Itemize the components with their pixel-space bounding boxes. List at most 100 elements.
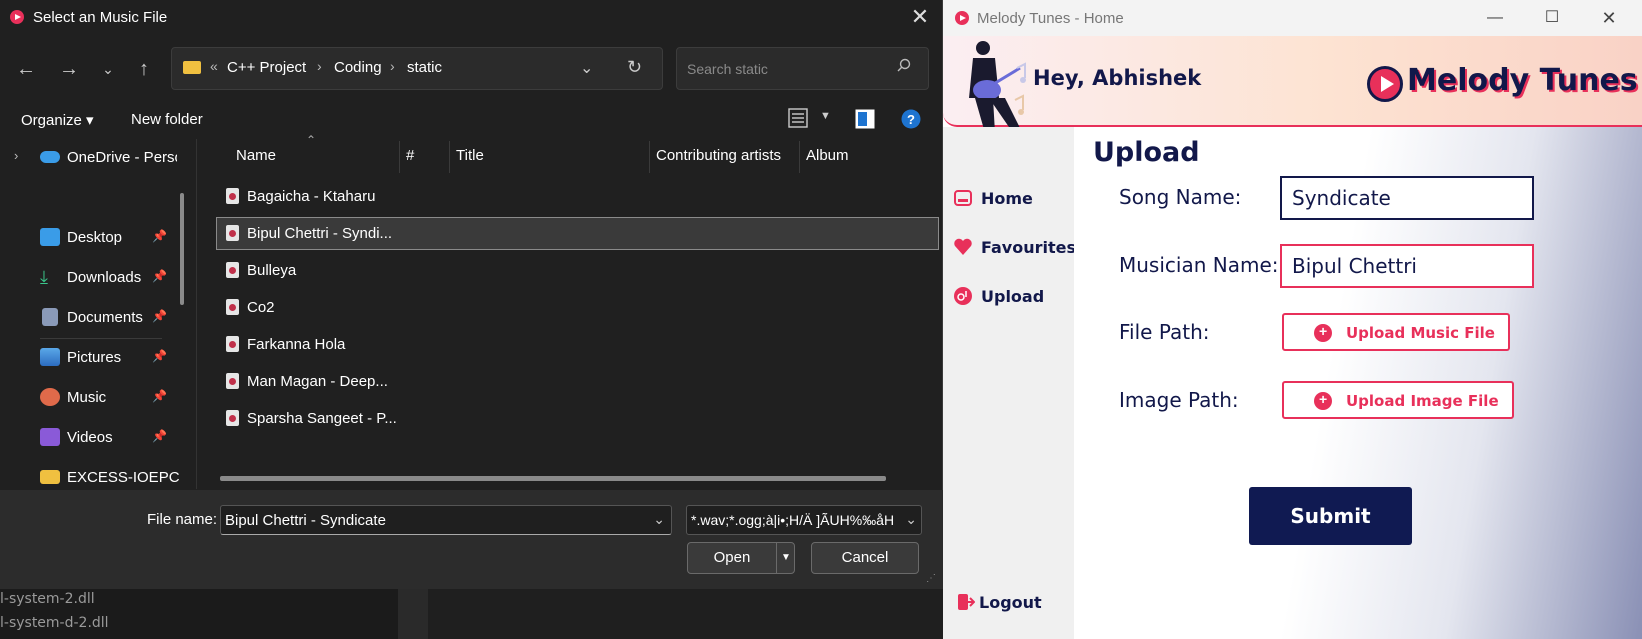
file-row[interactable]: Farkanna Hola bbox=[216, 328, 939, 361]
address-bar[interactable]: « C++ Project › Coding › static ⌄ ↻ bbox=[171, 47, 663, 90]
column-header-number[interactable]: # bbox=[406, 147, 414, 164]
file-row[interactable]: Sparsha Sangeet - P... bbox=[216, 402, 939, 435]
musician-name-input[interactable]: Bipul Chettri bbox=[1280, 244, 1534, 288]
column-header-title[interactable]: Title bbox=[456, 147, 484, 164]
nav-item-home[interactable]: Home bbox=[953, 186, 1071, 212]
file-name-input[interactable]: Bipul Chettri - Syndicate ⌄ bbox=[220, 505, 672, 535]
maximize-icon[interactable]: ☐ bbox=[1540, 6, 1564, 30]
app-logo-icon bbox=[955, 11, 969, 25]
file-row[interactable]: Bulleya bbox=[216, 254, 939, 287]
logout-button[interactable]: Logout bbox=[955, 590, 1073, 616]
column-separator[interactable] bbox=[399, 141, 400, 173]
audio-file-icon bbox=[226, 262, 239, 278]
file-name-value: Bipul Chettri - Syndicate bbox=[225, 512, 386, 529]
videos-icon bbox=[40, 428, 60, 446]
upload-music-label: Upload Music File bbox=[1346, 324, 1495, 342]
sidebar-item-documents[interactable]: Documents 📌 bbox=[40, 304, 180, 334]
navigation-pane: › OneDrive - Perso Desktop 📌 ⤓ Downloads… bbox=[0, 139, 188, 489]
file-type-value: *.wav;*.ogg;à|i•;H/Ä ]ÃUH%‰åH bbox=[691, 512, 895, 528]
song-name-input[interactable]: Syndicate bbox=[1280, 176, 1534, 220]
sidebar-item-music[interactable]: Music 📌 bbox=[40, 384, 180, 414]
audio-file-icon bbox=[226, 373, 239, 389]
downloads-icon: ⤓ bbox=[40, 267, 48, 287]
submit-button[interactable]: Submit bbox=[1249, 487, 1412, 545]
open-button[interactable]: Open ▼ bbox=[687, 542, 795, 574]
column-separator[interactable] bbox=[649, 141, 650, 173]
search-box[interactable]: Search static bbox=[676, 47, 929, 90]
sidebar-item-desktop[interactable]: Desktop 📌 bbox=[40, 224, 180, 254]
column-separator[interactable] bbox=[799, 141, 800, 173]
folder-icon bbox=[183, 61, 201, 74]
pin-icon[interactable]: 📌 bbox=[152, 389, 167, 403]
pin-icon[interactable]: 📌 bbox=[152, 229, 167, 243]
forward-arrow-icon[interactable]: → bbox=[55, 55, 83, 83]
column-header-contributing-artists[interactable]: Contributing artists bbox=[656, 147, 781, 164]
upload-image-button[interactable]: Upload Image File bbox=[1282, 381, 1514, 419]
file-type-select[interactable]: *.wav;*.ogg;à|i•;H/Ä ]ÃUH%‰åH ⌄ bbox=[686, 505, 922, 535]
logout-icon bbox=[958, 594, 975, 610]
upload-music-button[interactable]: Upload Music File bbox=[1282, 313, 1510, 351]
file-path-label: File Path: bbox=[1119, 320, 1210, 344]
audio-file-icon bbox=[226, 188, 239, 204]
chevron-down-icon[interactable]: ⌄ bbox=[905, 511, 917, 528]
app-titlebar: Melody Tunes - Home — ☐ ✕ bbox=[943, 0, 1642, 36]
pin-icon[interactable]: 📌 bbox=[152, 269, 167, 283]
recent-chevron-icon[interactable]: ⌄ bbox=[94, 55, 122, 83]
upload-icon bbox=[954, 287, 972, 305]
resize-grip-icon[interactable]: ⋰ bbox=[926, 573, 936, 584]
back-arrow-icon[interactable]: ← bbox=[12, 55, 40, 83]
header-banner: Hey, Abhishek Melody Tunes bbox=[943, 36, 1642, 164]
file-name: Sparsha Sangeet - P... bbox=[247, 410, 397, 427]
open-button-label: Open bbox=[713, 549, 751, 566]
chevron-down-icon[interactable]: ⌄ bbox=[653, 511, 665, 528]
expand-chevron-icon[interactable]: › bbox=[14, 148, 18, 163]
sidebar-item-onedrive[interactable]: OneDrive - Perso bbox=[40, 144, 180, 174]
horizontal-scrollbar[interactable] bbox=[220, 476, 886, 481]
organize-menu[interactable]: Organize ▾ bbox=[21, 111, 94, 129]
address-dropdown-icon[interactable]: ⌄ bbox=[580, 58, 593, 78]
view-dropdown-icon[interactable]: ▼ bbox=[820, 110, 831, 122]
sidebar-item-label: Videos bbox=[67, 429, 113, 446]
pin-icon[interactable]: 📌 bbox=[152, 429, 167, 443]
breadcrumb-static[interactable]: static bbox=[407, 59, 442, 76]
brand-logo-icon bbox=[1367, 66, 1403, 102]
file-row-selected[interactable]: Bipul Chettri - Syndi... bbox=[216, 217, 939, 250]
column-separator[interactable] bbox=[449, 141, 450, 173]
file-row[interactable]: Co2 bbox=[216, 291, 939, 324]
file-name: Co2 bbox=[247, 299, 275, 316]
cancel-button[interactable]: Cancel bbox=[811, 542, 919, 574]
overflow-chevron[interactable]: « bbox=[210, 58, 218, 74]
pin-icon[interactable]: 📌 bbox=[152, 309, 167, 323]
background-line: l-system-2.dll bbox=[0, 591, 95, 607]
sidebar-item-downloads[interactable]: ⤓ Downloads 📌 bbox=[40, 264, 180, 294]
view-options-icon[interactable] bbox=[788, 108, 808, 130]
pin-icon[interactable]: 📌 bbox=[152, 349, 167, 363]
new-folder-button[interactable]: New folder bbox=[131, 111, 203, 128]
file-row[interactable]: Man Magan - Deep... bbox=[216, 365, 939, 398]
background-gutter bbox=[398, 588, 428, 639]
column-header-album[interactable]: Album bbox=[806, 147, 849, 164]
file-row[interactable]: Bagaicha - Ktaharu bbox=[216, 180, 939, 213]
sidebar-scrollbar[interactable] bbox=[180, 193, 184, 305]
breadcrumb-sep-icon: › bbox=[317, 58, 322, 74]
breadcrumb-sep-icon: › bbox=[390, 58, 395, 74]
app-window-title: Melody Tunes - Home bbox=[977, 10, 1124, 27]
onedrive-icon bbox=[40, 151, 60, 163]
close-icon[interactable]: ✕ bbox=[908, 5, 932, 29]
open-dropdown-icon[interactable]: ▼ bbox=[778, 543, 794, 573]
help-icon[interactable]: ? bbox=[901, 109, 921, 129]
close-icon[interactable]: ✕ bbox=[1597, 6, 1621, 30]
sidebar-item-pictures[interactable]: Pictures 📌 bbox=[40, 344, 180, 374]
sidebar-item-videos[interactable]: Videos 📌 bbox=[40, 424, 180, 454]
refresh-icon[interactable]: ↻ bbox=[627, 57, 642, 78]
search-placeholder: Search static bbox=[687, 61, 768, 77]
minimize-icon[interactable]: — bbox=[1483, 6, 1507, 30]
breadcrumb-coding[interactable]: Coding bbox=[334, 59, 382, 76]
preview-pane-icon[interactable] bbox=[855, 109, 875, 129]
nav-item-favourites[interactable]: Favourites bbox=[953, 235, 1076, 261]
app-logo-icon bbox=[10, 10, 24, 24]
nav-item-upload[interactable]: Upload bbox=[953, 284, 1071, 310]
column-header-name[interactable]: Name bbox=[236, 147, 276, 164]
up-arrow-icon[interactable]: ↑ bbox=[130, 55, 158, 83]
breadcrumb-cpp-project[interactable]: C++ Project bbox=[227, 59, 306, 76]
